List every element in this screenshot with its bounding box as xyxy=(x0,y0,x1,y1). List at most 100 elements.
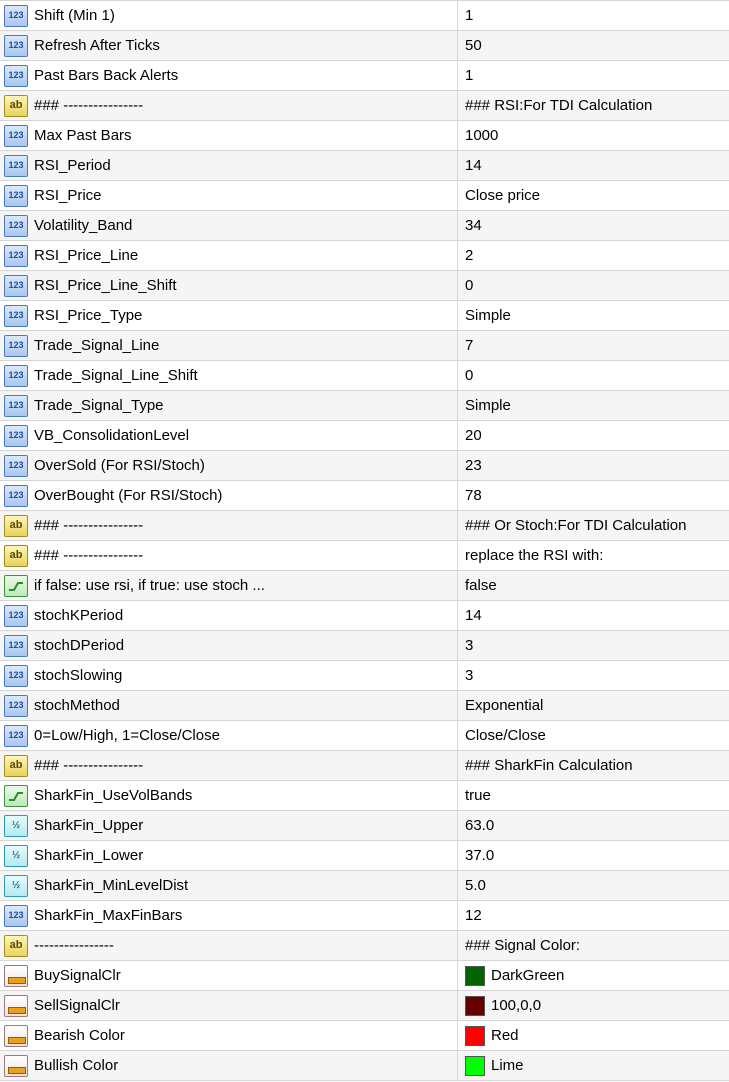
parameter-value[interactable]: 20 xyxy=(465,427,482,444)
parameter-value[interactable]: 63.0 xyxy=(465,817,494,834)
parameter-value-cell[interactable]: 0 xyxy=(458,271,729,300)
parameter-row[interactable]: 123 Refresh After Ticks 50 xyxy=(0,31,729,61)
parameter-value[interactable]: 23 xyxy=(465,457,482,474)
parameter-row[interactable]: 123 stochSlowing 3 xyxy=(0,661,729,691)
parameter-value-cell[interactable]: 12 xyxy=(458,901,729,930)
parameter-row[interactable]: SharkFin_UseVolBands true xyxy=(0,781,729,811)
parameter-value[interactable]: 100,0,0 xyxy=(491,997,541,1014)
parameter-value[interactable]: 0 xyxy=(465,277,473,294)
parameter-value-cell[interactable]: false xyxy=(458,571,729,600)
parameter-row[interactable]: 123 Trade_Signal_Line 7 xyxy=(0,331,729,361)
parameter-value[interactable]: 3 xyxy=(465,667,473,684)
parameter-value-cell[interactable]: 37.0 xyxy=(458,841,729,870)
parameter-row[interactable]: 123 Trade_Signal_Line_Shift 0 xyxy=(0,361,729,391)
parameter-value-cell[interactable]: ### SharkFin Calculation xyxy=(458,751,729,780)
parameter-row[interactable]: 123 stochDPeriod 3 xyxy=(0,631,729,661)
parameter-value[interactable]: Red xyxy=(491,1027,519,1044)
parameter-value-cell[interactable]: 20 xyxy=(458,421,729,450)
parameter-value-cell[interactable]: Lime xyxy=(458,1051,729,1080)
parameter-row[interactable]: 123 Max Past Bars 1000 xyxy=(0,121,729,151)
parameter-value[interactable]: 5.0 xyxy=(465,877,486,894)
parameter-value[interactable]: 50 xyxy=(465,37,482,54)
parameter-value-cell[interactable]: Red xyxy=(458,1021,729,1050)
parameter-value-cell[interactable]: 0 xyxy=(458,361,729,390)
parameter-value-cell[interactable]: replace the RSI with: xyxy=(458,541,729,570)
parameter-value-cell[interactable]: 3 xyxy=(458,661,729,690)
parameter-value[interactable]: DarkGreen xyxy=(491,967,564,984)
parameter-row[interactable]: 123 0=Low/High, 1=Close/Close Close/Close xyxy=(0,721,729,751)
parameter-row[interactable]: 123 stochMethod Exponential xyxy=(0,691,729,721)
parameter-value-cell[interactable]: 100,0,0 xyxy=(458,991,729,1020)
parameter-value[interactable]: ### RSI:For TDI Calculation xyxy=(465,97,652,114)
parameter-value-cell[interactable]: ### RSI:For TDI Calculation xyxy=(458,91,729,120)
parameter-value-cell[interactable]: Simple xyxy=(458,391,729,420)
parameter-value[interactable]: ### Signal Color: xyxy=(465,937,580,954)
parameter-value[interactable]: false xyxy=(465,577,497,594)
parameter-row[interactable]: ½ SharkFin_Upper 63.0 xyxy=(0,811,729,841)
parameter-value[interactable]: Close/Close xyxy=(465,727,546,744)
parameter-row[interactable]: 123 stochKPeriod 14 xyxy=(0,601,729,631)
parameter-value[interactable]: 1 xyxy=(465,67,473,84)
parameter-value[interactable]: Simple xyxy=(465,397,511,414)
parameter-value-cell[interactable]: 23 xyxy=(458,451,729,480)
parameter-value[interactable]: 37.0 xyxy=(465,847,494,864)
parameter-value-cell[interactable]: Close price xyxy=(458,181,729,210)
parameter-row[interactable]: 123 VB_ConsolidationLevel 20 xyxy=(0,421,729,451)
parameter-row[interactable]: ab ### ---------------- replace the RSI wi… xyxy=(0,541,729,571)
parameter-value[interactable]: Close price xyxy=(465,187,540,204)
parameter-value[interactable]: 34 xyxy=(465,217,482,234)
color-swatch[interactable] xyxy=(465,965,485,986)
parameter-row[interactable]: 123 RSI_Price_Type Simple xyxy=(0,301,729,331)
parameter-row[interactable]: 123 Trade_Signal_Type Simple xyxy=(0,391,729,421)
parameter-value[interactable]: 14 xyxy=(465,157,482,174)
parameter-value[interactable]: Simple xyxy=(465,307,511,324)
parameter-row[interactable]: Bullish Color Lime xyxy=(0,1051,729,1081)
parameter-row[interactable]: ½ SharkFin_Lower 37.0 xyxy=(0,841,729,871)
parameter-row[interactable]: 123 Shift (Min 1) 1 xyxy=(0,1,729,31)
parameter-value-cell[interactable]: 7 xyxy=(458,331,729,360)
color-swatch[interactable] xyxy=(465,1025,485,1046)
parameter-row[interactable]: ab ### ---------------- ### Or Stoch:For T… xyxy=(0,511,729,541)
parameter-value-cell[interactable]: 34 xyxy=(458,211,729,240)
parameter-value-cell[interactable]: true xyxy=(458,781,729,810)
parameter-row[interactable]: 123 RSI_Price Close price xyxy=(0,181,729,211)
parameter-row[interactable]: 123 RSI_Price_Line 2 xyxy=(0,241,729,271)
parameter-value[interactable]: 14 xyxy=(465,607,482,624)
parameter-value-cell[interactable]: 50 xyxy=(458,31,729,60)
parameter-row[interactable]: 123 RSI_Price_Line_Shift 0 xyxy=(0,271,729,301)
parameter-value[interactable]: Exponential xyxy=(465,697,543,714)
parameter-row[interactable]: 123 OverSold (For RSI/Stoch) 23 xyxy=(0,451,729,481)
parameter-row[interactable]: 123 Volatility_Band 34 xyxy=(0,211,729,241)
parameter-value-cell[interactable]: 5.0 xyxy=(458,871,729,900)
color-swatch[interactable] xyxy=(465,1055,485,1076)
parameter-row[interactable]: 123 OverBought (For RSI/Stoch) 78 xyxy=(0,481,729,511)
parameter-value-cell[interactable]: ### Signal Color: xyxy=(458,931,729,960)
parameter-value[interactable]: 78 xyxy=(465,487,482,504)
parameter-value-cell[interactable]: 14 xyxy=(458,151,729,180)
parameter-row[interactable]: ab ### ---------------- ### SharkFin Calcu… xyxy=(0,751,729,781)
parameter-value[interactable]: 1000 xyxy=(465,127,498,144)
parameter-value[interactable]: replace the RSI with: xyxy=(465,547,603,564)
parameter-row[interactable]: 123 Past Bars Back Alerts 1 xyxy=(0,61,729,91)
parameter-row[interactable]: ab ### ---------------- ### RSI:For TDI Ca… xyxy=(0,91,729,121)
parameter-row[interactable]: ab ---------------- ### Signal Color: xyxy=(0,931,729,961)
parameter-value-cell[interactable]: Simple xyxy=(458,301,729,330)
parameter-value[interactable]: ### Or Stoch:For TDI Calculation xyxy=(465,517,686,534)
parameter-value-cell[interactable]: DarkGreen xyxy=(458,961,729,990)
parameter-value-cell[interactable]: 63.0 xyxy=(458,811,729,840)
parameter-row[interactable]: ½ SharkFin_MinLevelDist 5.0 xyxy=(0,871,729,901)
parameter-value-cell[interactable]: 14 xyxy=(458,601,729,630)
parameter-row[interactable]: SellSignalClr 100,0,0 xyxy=(0,991,729,1021)
parameter-value[interactable]: 12 xyxy=(465,907,482,924)
parameter-value[interactable]: 1 xyxy=(465,7,473,24)
parameter-value-cell[interactable]: Exponential xyxy=(458,691,729,720)
parameter-value-cell[interactable]: 1000 xyxy=(458,121,729,150)
parameter-row[interactable]: if false: use rsi, if true: use stoch ..… xyxy=(0,571,729,601)
color-swatch[interactable] xyxy=(465,995,485,1016)
parameter-row[interactable]: 123 RSI_Period 14 xyxy=(0,151,729,181)
parameter-value[interactable]: Lime xyxy=(491,1057,524,1074)
parameter-value[interactable]: true xyxy=(465,787,491,804)
parameter-value[interactable]: 3 xyxy=(465,637,473,654)
parameter-row[interactable]: BuySignalClr DarkGreen xyxy=(0,961,729,991)
parameter-value-cell[interactable]: 1 xyxy=(458,1,729,30)
